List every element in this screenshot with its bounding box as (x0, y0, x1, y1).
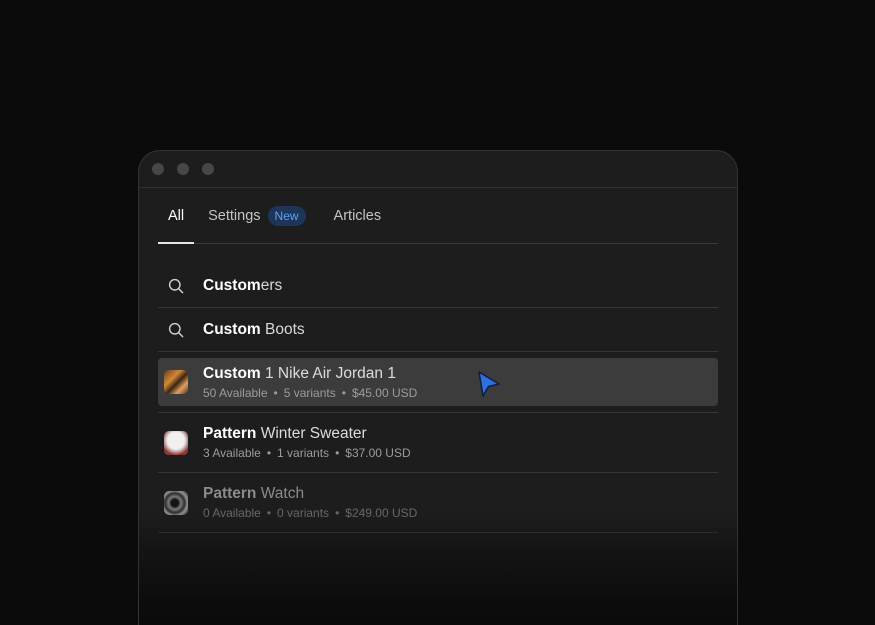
product-meta: 0 Available • 0 variants • $249.00 USD (203, 506, 417, 520)
remainder-text: ers (260, 276, 283, 294)
variants-count: 0 variants (277, 506, 330, 520)
tab-settings-label: Settings (208, 207, 261, 224)
match-text: Pattern (203, 425, 257, 442)
tab-all[interactable]: All (158, 188, 195, 244)
product-title: Custom 1 Nike Air Jordan 1 (203, 365, 417, 383)
meta-separator: • (273, 385, 278, 400)
product-title: Pattern Winter Sweater (203, 425, 411, 443)
suggestion-text: Custom Boots (203, 321, 305, 339)
window-zoom-dot[interactable] (202, 163, 214, 175)
product-price: $45.00 USD (351, 385, 418, 400)
meta-separator: • (266, 506, 272, 520)
meta-separator: • (341, 385, 346, 400)
product-info: Custom 1 Nike Air Jordan 1 50 Available •… (203, 365, 417, 400)
window-minimize-dot[interactable] (177, 163, 189, 175)
remainder-text: Watch (256, 485, 305, 502)
search-suggestion-customers[interactable]: Customers (158, 264, 718, 308)
available-count: 3 Available (203, 446, 261, 460)
search-suggestion-custom-boots[interactable]: Custom Boots (158, 308, 718, 352)
variants-count: 1 variants (277, 446, 330, 460)
match-text: Custom (203, 320, 261, 338)
app-window: All Settings New Articles Customers Cust… (138, 150, 738, 625)
pointer-cursor-icon (478, 371, 500, 397)
remainder-text: Winter Sweater (256, 425, 367, 442)
remainder-text: 1 Nike Air Jordan 1 (260, 364, 396, 382)
product-title: Pattern Watch (203, 485, 417, 503)
available-count: 50 Available (203, 385, 268, 400)
product-meta: 50 Available • 5 variants • $45.00 USD (203, 386, 417, 400)
tab-bar: All Settings New Articles (158, 188, 718, 244)
suggestion-text: Customers (203, 277, 282, 295)
product-result-air-jordan[interactable]: Custom 1 Nike Air Jordan 1 50 Available •… (158, 358, 718, 406)
product-result-watch[interactable]: Pattern Watch 0 Available • 0 variants • $24… (158, 473, 718, 533)
meta-separator: • (266, 446, 272, 460)
window-close-dot[interactable] (152, 163, 164, 175)
product-thumbnail-shoe (164, 370, 188, 394)
remainder-text: Boots (260, 320, 305, 338)
product-result-winter-sweater[interactable]: Pattern Winter Sweater 3 Available • 1 var… (158, 413, 718, 473)
product-info: Pattern Watch 0 Available • 0 variants • $24… (203, 485, 417, 520)
product-thumbnail-sweater (164, 430, 188, 455)
search-icon (168, 322, 184, 337)
match-text: Pattern (203, 485, 257, 502)
title-bar (139, 151, 737, 188)
tab-settings[interactable]: Settings New (208, 188, 306, 243)
tab-all-label: All (168, 207, 185, 224)
product-meta: 3 Available • 1 variants • $37.00 USD (203, 446, 411, 460)
product-info: Pattern Winter Sweater 3 Available • 1 var… (203, 425, 411, 460)
search-icon (168, 278, 184, 293)
variants-count: 5 variants (283, 385, 336, 400)
product-thumbnail-watch (164, 490, 188, 515)
available-count: 0 Available (203, 506, 261, 520)
match-text: Custom (203, 364, 261, 382)
meta-separator: • (335, 506, 340, 520)
row-divider (158, 406, 718, 413)
tab-articles[interactable]: Articles (334, 188, 382, 243)
match-text: Custom (203, 276, 261, 294)
results-list: Customers Custom Boots Custom 1 Nike Air… (158, 264, 718, 533)
meta-separator: • (335, 446, 340, 460)
product-price: $249.00 USD (345, 506, 418, 520)
tab-articles-label: Articles (333, 207, 382, 224)
product-price: $37.00 USD (345, 446, 411, 460)
new-badge: New (267, 205, 306, 226)
